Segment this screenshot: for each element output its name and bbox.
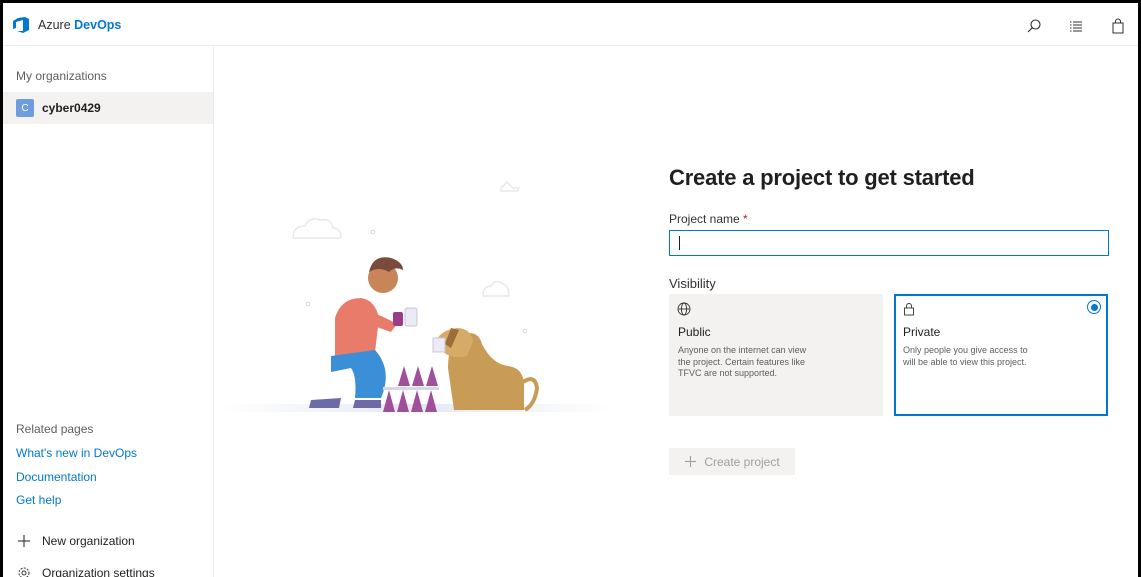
- plus-icon: [16, 533, 32, 549]
- organization-avatar: C: [16, 99, 34, 117]
- organization-item[interactable]: C cyber0429: [3, 92, 213, 124]
- brand-home-link[interactable]: Azure DevOps: [12, 16, 121, 34]
- public-option-title: Public: [678, 325, 711, 339]
- radio-selected-dot: [1090, 303, 1098, 311]
- top-bar: Azure DevOps: [3, 3, 1138, 46]
- app-window: Azure DevOps My organizations C cyber042…: [0, 0, 1141, 577]
- azure-devops-logo-icon: [13, 17, 29, 33]
- project-name-label: Project name *: [669, 212, 748, 226]
- plus-icon: [685, 456, 697, 467]
- organization-settings-button[interactable]: Organization settings: [16, 565, 155, 577]
- page-title: Create a project to get started: [669, 165, 975, 190]
- globe-icon: [677, 302, 691, 316]
- search-icon[interactable]: [1022, 15, 1046, 37]
- documentation-link[interactable]: Documentation: [16, 470, 97, 484]
- lock-icon: [904, 303, 914, 316]
- sidebar: My organizations C cyber0429 Related pag…: [3, 47, 214, 577]
- private-radio-button[interactable]: [1087, 300, 1101, 314]
- create-project-button[interactable]: Create project: [669, 448, 795, 475]
- project-name-input[interactable]: [669, 230, 1109, 256]
- shopping-bag-icon[interactable]: [1106, 15, 1130, 37]
- whats-new-link[interactable]: What's new in DevOps: [16, 446, 137, 460]
- new-organization-button[interactable]: New organization: [16, 533, 135, 549]
- gear-icon: [16, 565, 32, 577]
- visibility-label: Visibility: [669, 276, 716, 291]
- private-option-description: Only people you give access to will be a…: [903, 345, 1028, 367]
- related-pages-heading: Related pages: [16, 422, 94, 436]
- organization-name: cyber0429: [42, 101, 101, 115]
- get-help-link[interactable]: Get help: [16, 493, 61, 507]
- list-icon[interactable]: [1064, 15, 1088, 37]
- public-option-description: Anyone on the internet can view the proj…: [678, 345, 807, 378]
- brand-title: Azure DevOps: [38, 18, 122, 32]
- organization-settings-label: Organization settings: [42, 566, 155, 577]
- text-cursor: [679, 236, 680, 250]
- create-project-label: Create project: [704, 454, 780, 469]
- public-visibility-option[interactable]: Public Anyone on the internet can view t…: [669, 294, 883, 416]
- new-organization-label: New organization: [42, 534, 135, 548]
- private-option-title: Private: [903, 325, 941, 339]
- card-house-illustration: [223, 181, 613, 412]
- private-visibility-option[interactable]: Private Only people you give access to w…: [894, 294, 1108, 416]
- my-organizations-heading: My organizations: [16, 69, 107, 83]
